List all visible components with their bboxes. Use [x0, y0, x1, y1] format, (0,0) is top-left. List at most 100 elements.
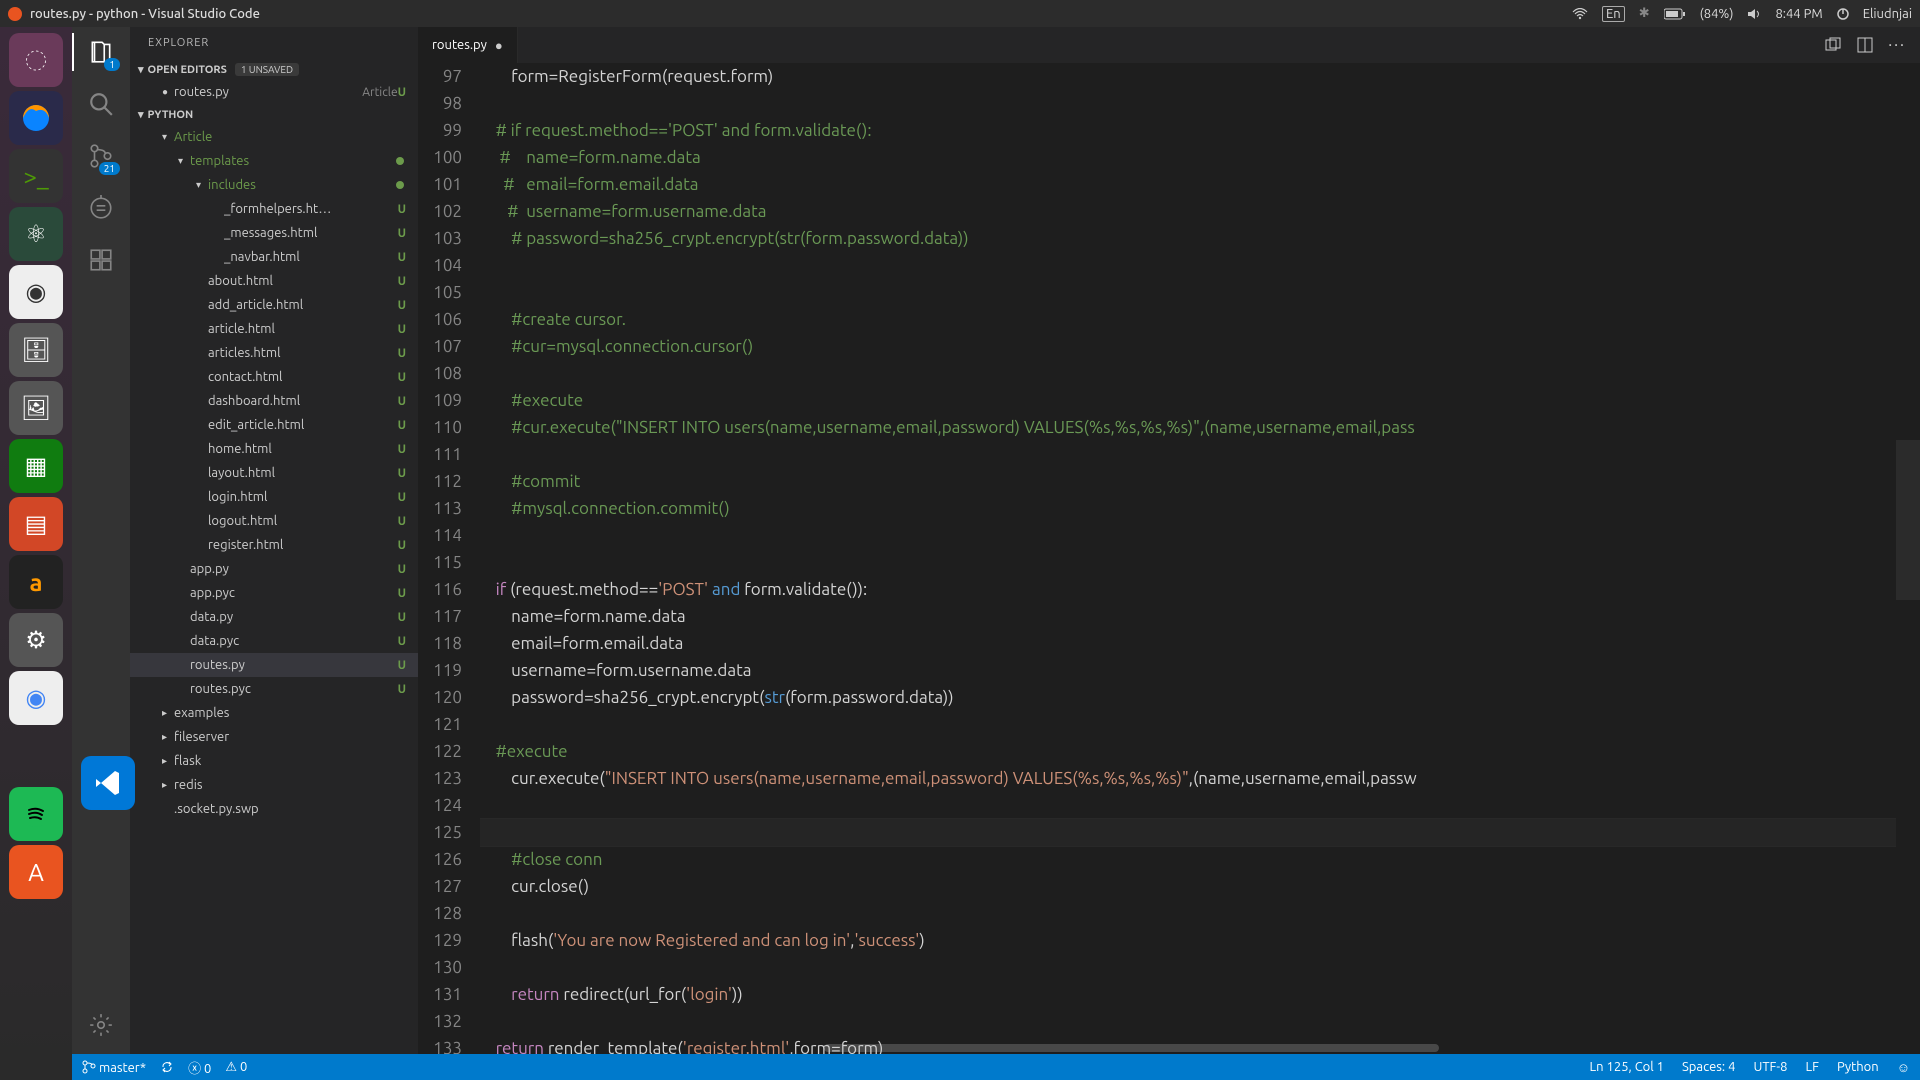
folder-article[interactable]: ▾Article [130, 125, 418, 149]
file-data-pyc[interactable]: data.pycU [130, 629, 418, 653]
minimap-thumb[interactable] [1896, 440, 1920, 600]
bluetooth-icon[interactable]: ✱ [1639, 6, 1650, 21]
tab-routes[interactable]: routes.py ● [418, 27, 518, 63]
status-bar: master* ⓧ 0 ⚠ 0 Ln 125, Col 1 Spaces: 4 … [72, 1054, 1920, 1080]
file--messages-html[interactable]: _messages.htmlU [130, 221, 418, 245]
activity-extensions[interactable] [86, 245, 116, 275]
battery-percent: (84%) [1700, 7, 1734, 21]
scm-badge: 21 [99, 162, 120, 175]
editor-tabs: routes.py ● ··· [418, 27, 1920, 63]
file-contact-html[interactable]: contact.htmlU [130, 365, 418, 389]
launcher-vscode[interactable] [81, 756, 135, 810]
file-login-html[interactable]: login.htmlU [130, 485, 418, 509]
window-close-dot[interactable] [8, 7, 22, 21]
file-app-pyc[interactable]: app.pycU [130, 581, 418, 605]
encoding[interactable]: UTF-8 [1753, 1060, 1787, 1074]
launcher-files[interactable]: 🗄 [9, 323, 63, 377]
folder-templates[interactable]: ▾templates [130, 149, 418, 173]
launcher-firefox[interactable] [9, 91, 63, 145]
launcher-image-viewer[interactable]: 🖼 [9, 381, 63, 435]
explorer-badge: 1 [104, 58, 120, 71]
launcher-settings[interactable]: ⚙ [9, 613, 63, 667]
file--formhelpers-ht-[interactable]: _formhelpers.ht…U [130, 197, 418, 221]
file-about-html[interactable]: about.htmlU [130, 269, 418, 293]
battery-icon [1664, 8, 1686, 20]
user-name[interactable]: Eliudnjai [1863, 7, 1912, 21]
power-icon[interactable] [1837, 8, 1849, 20]
launcher-terminal[interactable]: >_ [9, 149, 63, 203]
volume-icon[interactable] [1747, 8, 1761, 20]
horizontal-scrollbar[interactable] [818, 1042, 1810, 1054]
activity-bar: 1 21 [72, 27, 130, 1054]
file-article-html[interactable]: article.htmlU [130, 317, 418, 341]
activity-search[interactable] [86, 89, 116, 119]
folder-redis[interactable]: ▸redis [130, 773, 418, 797]
activity-explorer[interactable]: 1 [86, 37, 116, 67]
file-tree: ▾Article▾templates▾includes_formhelpers.… [130, 125, 418, 1054]
open-editor-item[interactable]: routes.py Article U [130, 80, 418, 104]
launcher-dash[interactable]: ◌ [9, 33, 63, 87]
language-mode[interactable]: Python [1837, 1060, 1879, 1074]
launcher-chromium[interactable]: ◉ [9, 265, 63, 319]
wifi-icon[interactable] [1572, 8, 1588, 20]
editor-split-icon[interactable] [1856, 36, 1874, 54]
file--socket-py-swp[interactable]: .socket.py.swp [130, 797, 418, 821]
git-branch[interactable]: master* [82, 1060, 146, 1075]
launcher-amazon[interactable]: a [9, 555, 63, 609]
tab-dirty-indicator: ● [495, 38, 503, 53]
launcher-chrome[interactable]: ◉ [9, 671, 63, 725]
code-editor[interactable]: 9798991001011021031041051061071081091101… [418, 63, 1920, 1054]
file--navbar-html[interactable]: _navbar.htmlU [130, 245, 418, 269]
window-title: routes.py - python - Visual Studio Code [30, 7, 260, 21]
folder-examples[interactable]: ▸examples [130, 701, 418, 725]
open-editors-header[interactable]: ▾ OPEN EDITORS 1 UNSAVED [130, 59, 418, 80]
folder-flask[interactable]: ▸flask [130, 749, 418, 773]
file-home-html[interactable]: home.htmlU [130, 437, 418, 461]
language-indicator[interactable]: En [1602, 6, 1625, 22]
launcher-spotify[interactable] [9, 787, 63, 841]
file-status: U [398, 86, 406, 99]
sync-icon[interactable] [160, 1060, 174, 1074]
file-articles-html[interactable]: articles.htmlU [130, 341, 418, 365]
file-add-article-html[interactable]: add_article.htmlU [130, 293, 418, 317]
file-data-py[interactable]: data.pyU [130, 605, 418, 629]
cursor-position[interactable]: Ln 125, Col 1 [1590, 1060, 1664, 1074]
feedback-icon[interactable]: ☺ [1897, 1060, 1910, 1075]
project-header[interactable]: ▾ PYTHON [130, 104, 418, 125]
eol[interactable]: LF [1806, 1060, 1819, 1074]
launcher-atom[interactable]: ⚛ [9, 207, 63, 261]
activity-scm[interactable]: 21 [86, 141, 116, 171]
file-app-py[interactable]: app.pyU [130, 557, 418, 581]
branch-label: master* [99, 1061, 146, 1075]
code-content[interactable]: form=RegisterForm(request.form) # if req… [480, 63, 1920, 1054]
file-layout-html[interactable]: layout.htmlU [130, 461, 418, 485]
explorer-title: EXPLORER [130, 27, 418, 59]
editor-more-icon[interactable]: ··· [1888, 36, 1906, 54]
minimap[interactable] [1896, 63, 1920, 1054]
folder-fileserver[interactable]: ▸fileserver [130, 725, 418, 749]
file-dashboard-html[interactable]: dashboard.htmlU [130, 389, 418, 413]
scroll-thumb[interactable] [824, 1044, 1439, 1052]
file-routes-py[interactable]: routes.pyU [130, 653, 418, 677]
activity-debug[interactable] [86, 193, 116, 223]
file-edit-article-html[interactable]: edit_article.htmlU [130, 413, 418, 437]
editor-area: routes.py ● ··· 979899100101102103104105… [418, 27, 1920, 1054]
file-routes-pyc[interactable]: routes.pycU [130, 677, 418, 701]
launcher-calc[interactable]: ▦ [9, 439, 63, 493]
folder-includes[interactable]: ▾includes [130, 173, 418, 197]
indent-setting[interactable]: Spaces: 4 [1682, 1060, 1735, 1074]
project-label: PYTHON [148, 109, 194, 121]
launcher-software[interactable]: A [9, 845, 63, 899]
file-register-html[interactable]: register.htmlU [130, 533, 418, 557]
warnings-count[interactable]: ⚠ 0 [225, 1060, 247, 1075]
launcher-impress[interactable]: ▤ [9, 497, 63, 551]
line-gutter: 9798991001011021031041051061071081091101… [418, 63, 480, 1054]
system-menubar: routes.py - python - Visual Studio Code … [0, 0, 1920, 27]
editor-diff-icon[interactable] [1824, 36, 1842, 54]
clock[interactable]: 8:44 PM [1775, 7, 1822, 21]
errors-count[interactable]: ⓧ 0 [188, 1058, 211, 1077]
file-logout-html[interactable]: logout.htmlU [130, 509, 418, 533]
activity-settings[interactable] [86, 1010, 116, 1040]
ubuntu-launcher: ◌ >_ ⚛ ◉ 🗄 🖼 ▦ ▤ a ⚙ ◉ A [0, 27, 72, 1080]
tab-label: routes.py [432, 38, 487, 52]
